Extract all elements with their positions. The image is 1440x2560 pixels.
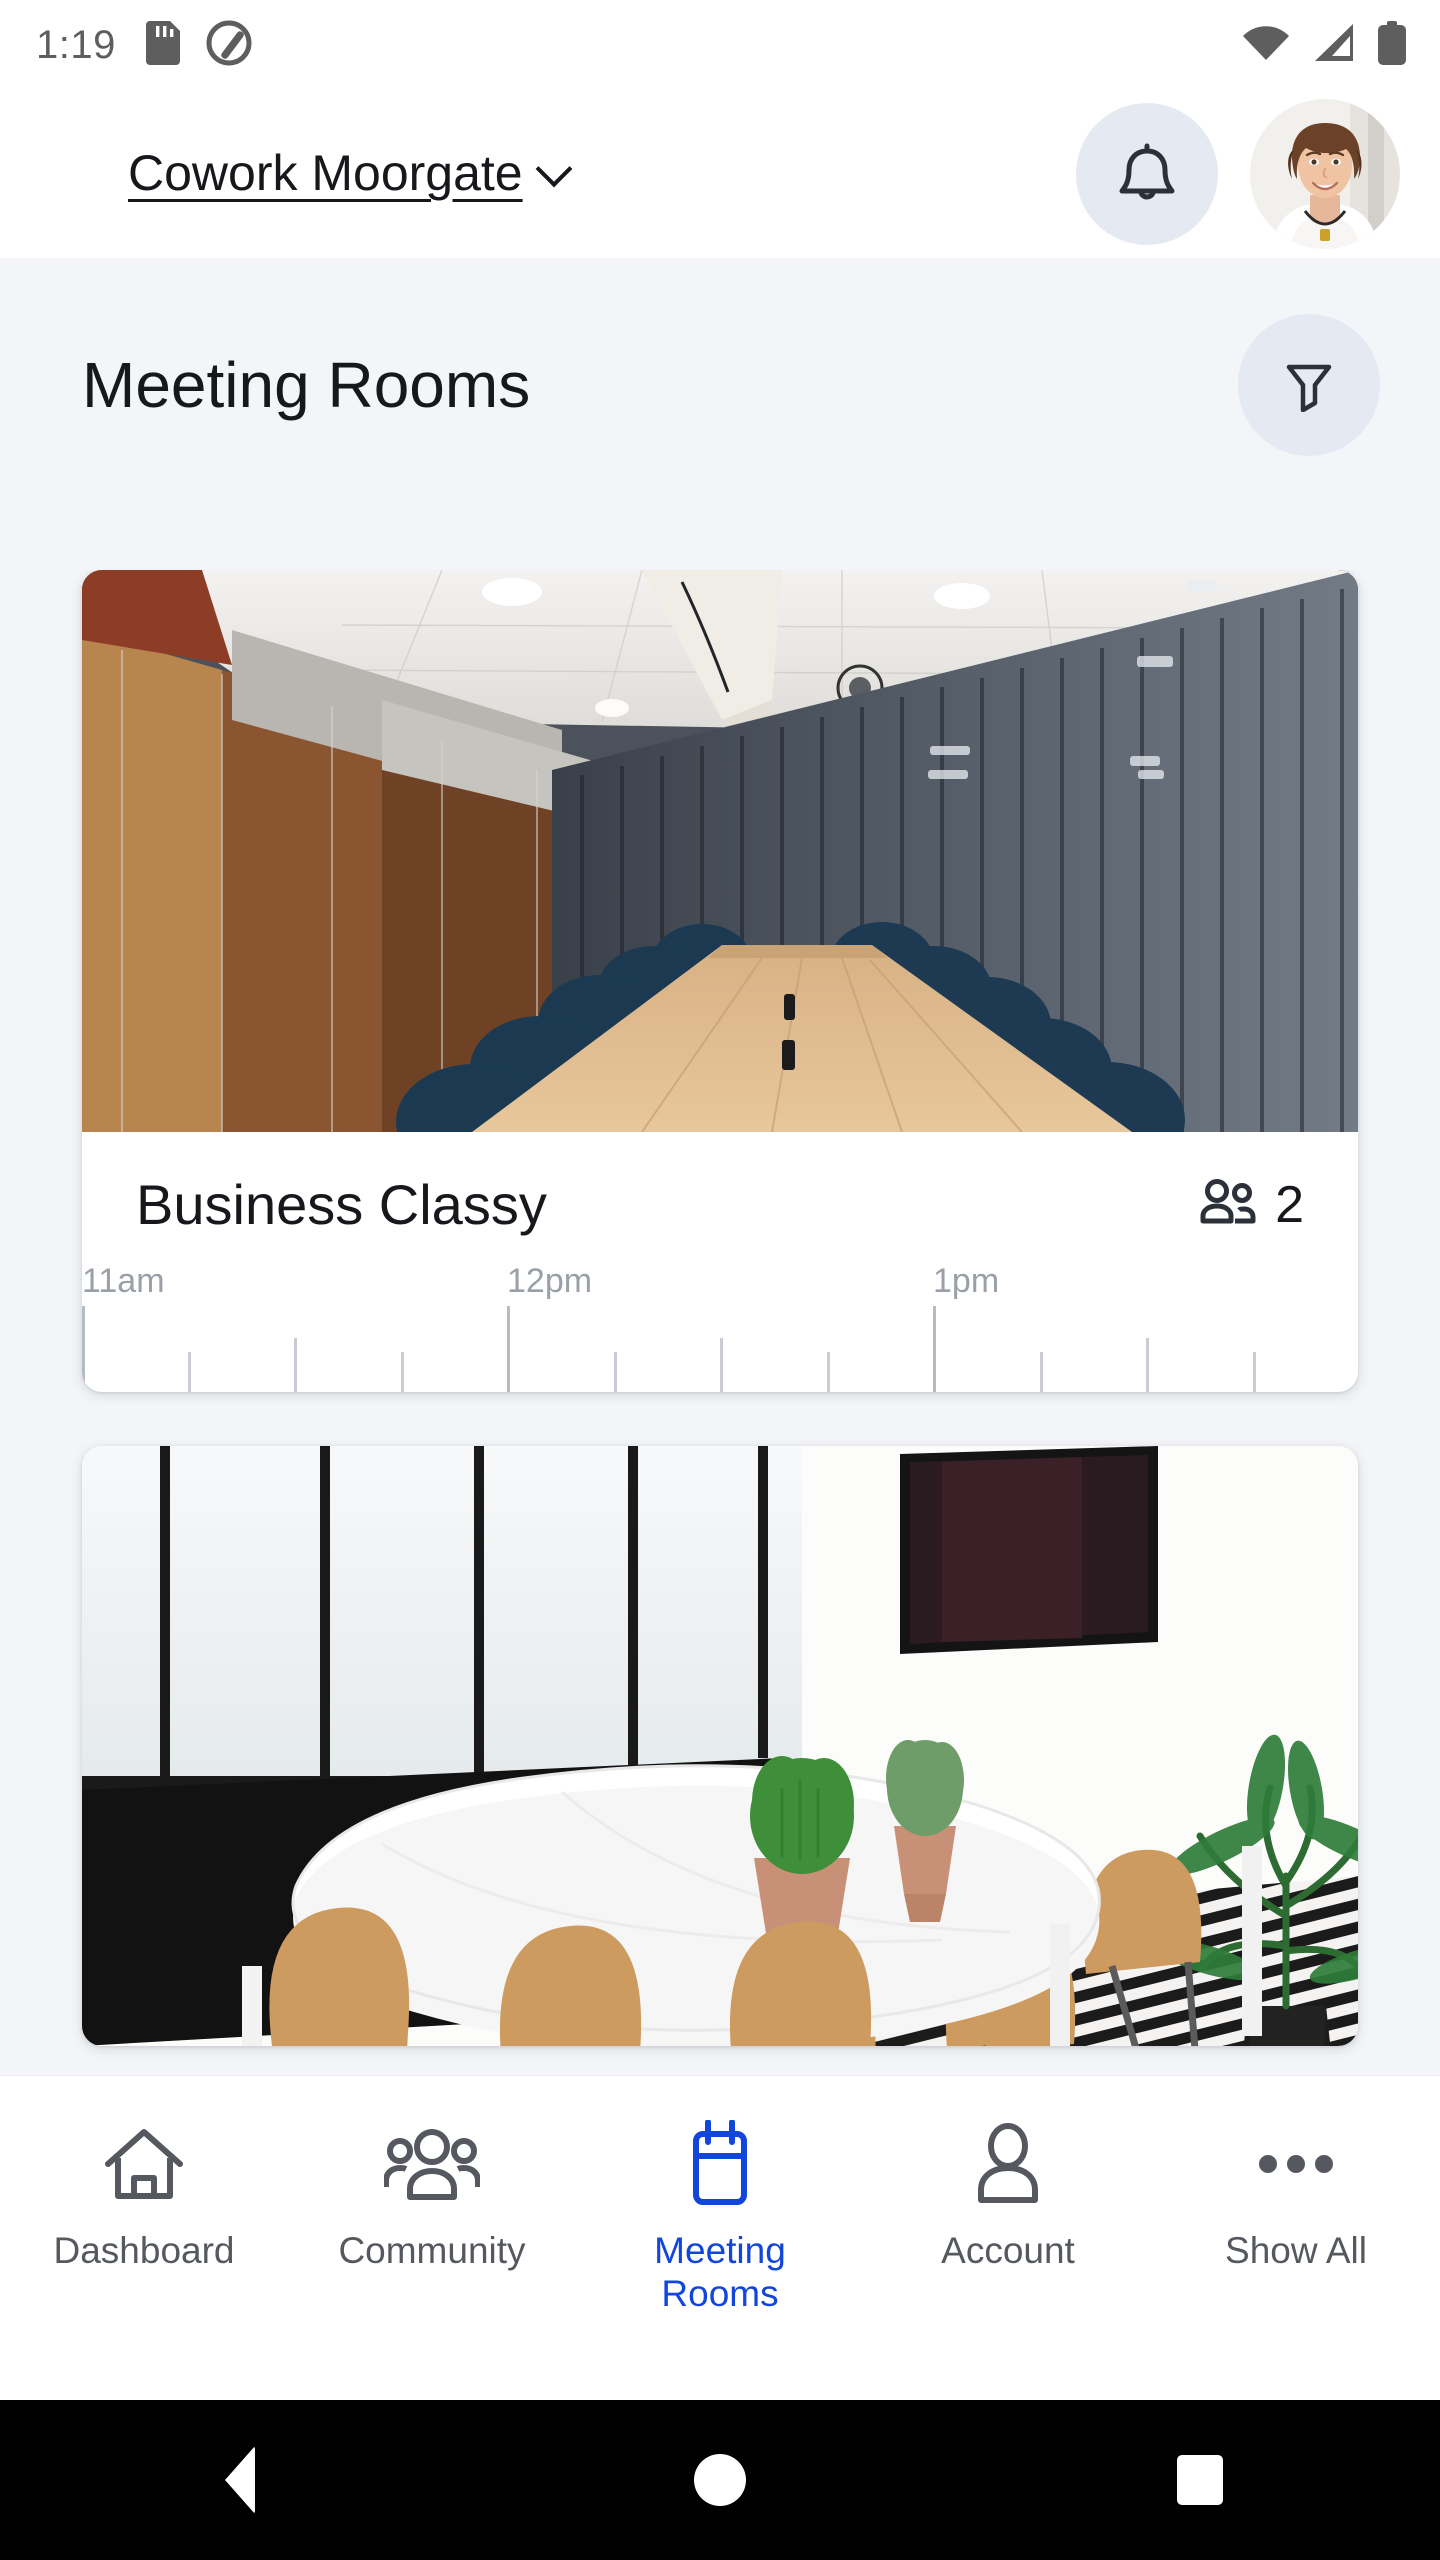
home-circle-icon — [694, 2454, 746, 2506]
status-time: 1:19 — [36, 23, 116, 67]
nav-label-meeting-rooms: Meeting Rooms — [654, 2230, 786, 2314]
timeline-tick — [933, 1305, 936, 1392]
room-photo — [82, 1445, 1358, 2046]
timeline-tick — [720, 1337, 723, 1392]
header-actions — [1076, 99, 1400, 249]
filter-funnel-icon — [1281, 356, 1337, 415]
cellular-signal-icon — [1312, 23, 1356, 68]
bottom-navigation: Dashboard Community Meeting Rooms Accoun… — [0, 2075, 1440, 2400]
filter-button[interactable] — [1238, 314, 1380, 456]
venue-name: Cowork Moorgate — [128, 145, 523, 202]
android-system-nav — [0, 2400, 1440, 2560]
nav-item-meeting-rooms[interactable]: Meeting Rooms — [576, 2118, 864, 2315]
person-icon — [971, 2118, 1045, 2210]
capacity-count: 2 — [1275, 1175, 1304, 1234]
avatar[interactable] — [1250, 99, 1400, 249]
timeline-tick — [82, 1305, 85, 1392]
sd-card-icon — [142, 20, 180, 70]
timeline-tick — [1253, 1351, 1256, 1392]
nav-label-dashboard: Dashboard — [53, 2230, 235, 2271]
timeline-tick — [507, 1305, 510, 1392]
timeline-label: 1pm — [933, 1261, 1000, 1300]
android-home-button[interactable] — [645, 2400, 795, 2560]
nav-label-account: Account — [941, 2230, 1075, 2271]
android-recents-button[interactable] — [1125, 2400, 1275, 2560]
room-photo — [82, 570, 1358, 1132]
page-title-row: Meeting Rooms — [0, 300, 1440, 470]
timeline-label: 11am — [82, 1261, 165, 1300]
back-triangle-icon — [225, 2446, 255, 2514]
nav-label-show-all: Show All — [1225, 2230, 1367, 2271]
nav-item-dashboard[interactable]: Dashboard — [0, 2118, 288, 2273]
app-header: Cowork Moorgate — [0, 90, 1440, 258]
venue-switcher[interactable]: Cowork Moorgate — [128, 145, 572, 203]
recents-square-icon — [1177, 2455, 1223, 2505]
timeline-tick — [401, 1351, 404, 1392]
page-title: Meeting Rooms — [82, 348, 531, 421]
room-list[interactable]: Business Classy 2 11am 12pm 1pm — [0, 570, 1440, 2075]
timeline-label: 12pm — [507, 1261, 593, 1300]
bell-icon — [1116, 140, 1178, 209]
battery-icon — [1378, 20, 1406, 70]
status-bar-right — [1242, 20, 1406, 70]
people-icon — [1197, 1179, 1259, 1230]
chevron-down-icon — [535, 150, 572, 188]
room-card[interactable] — [82, 1445, 1358, 2046]
ellipsis-icon — [1257, 2118, 1335, 2210]
people-icon — [384, 2118, 480, 2210]
room-capacity: 2 — [1197, 1179, 1304, 1231]
status-bar-left: 1:19 — [36, 20, 252, 71]
notifications-button[interactable] — [1076, 103, 1218, 245]
room-info: Business Classy 2 — [82, 1132, 1358, 1236]
timeline-tick — [294, 1337, 297, 1392]
room-card[interactable]: Business Classy 2 11am 12pm 1pm — [82, 570, 1358, 1392]
timeline-tick — [827, 1351, 830, 1392]
nav-label-community: Community — [338, 2230, 526, 2271]
calendar-icon — [682, 2118, 758, 2210]
nav-item-account[interactable]: Account — [864, 2118, 1152, 2273]
room-timeline[interactable]: 11am 12pm 1pm — [82, 1258, 1358, 1392]
nav-item-show-all[interactable]: Show All — [1152, 2118, 1440, 2273]
timeline-tick — [1040, 1351, 1043, 1392]
room-name: Business Classy — [136, 1173, 547, 1236]
wifi-icon — [1242, 24, 1290, 67]
android-back-button[interactable] — [165, 2400, 315, 2560]
status-bar: 1:19 — [0, 0, 1440, 90]
timeline-tick — [1146, 1337, 1149, 1392]
adaptive-icon — [206, 20, 252, 71]
timeline-tick — [614, 1351, 617, 1392]
app-screen: 1:19 Cowork Moorgate Meeting Rooms Busin… — [0, 0, 1440, 2560]
nav-item-community[interactable]: Community — [288, 2118, 576, 2273]
home-icon — [102, 2118, 186, 2210]
timeline-tick — [188, 1351, 191, 1392]
